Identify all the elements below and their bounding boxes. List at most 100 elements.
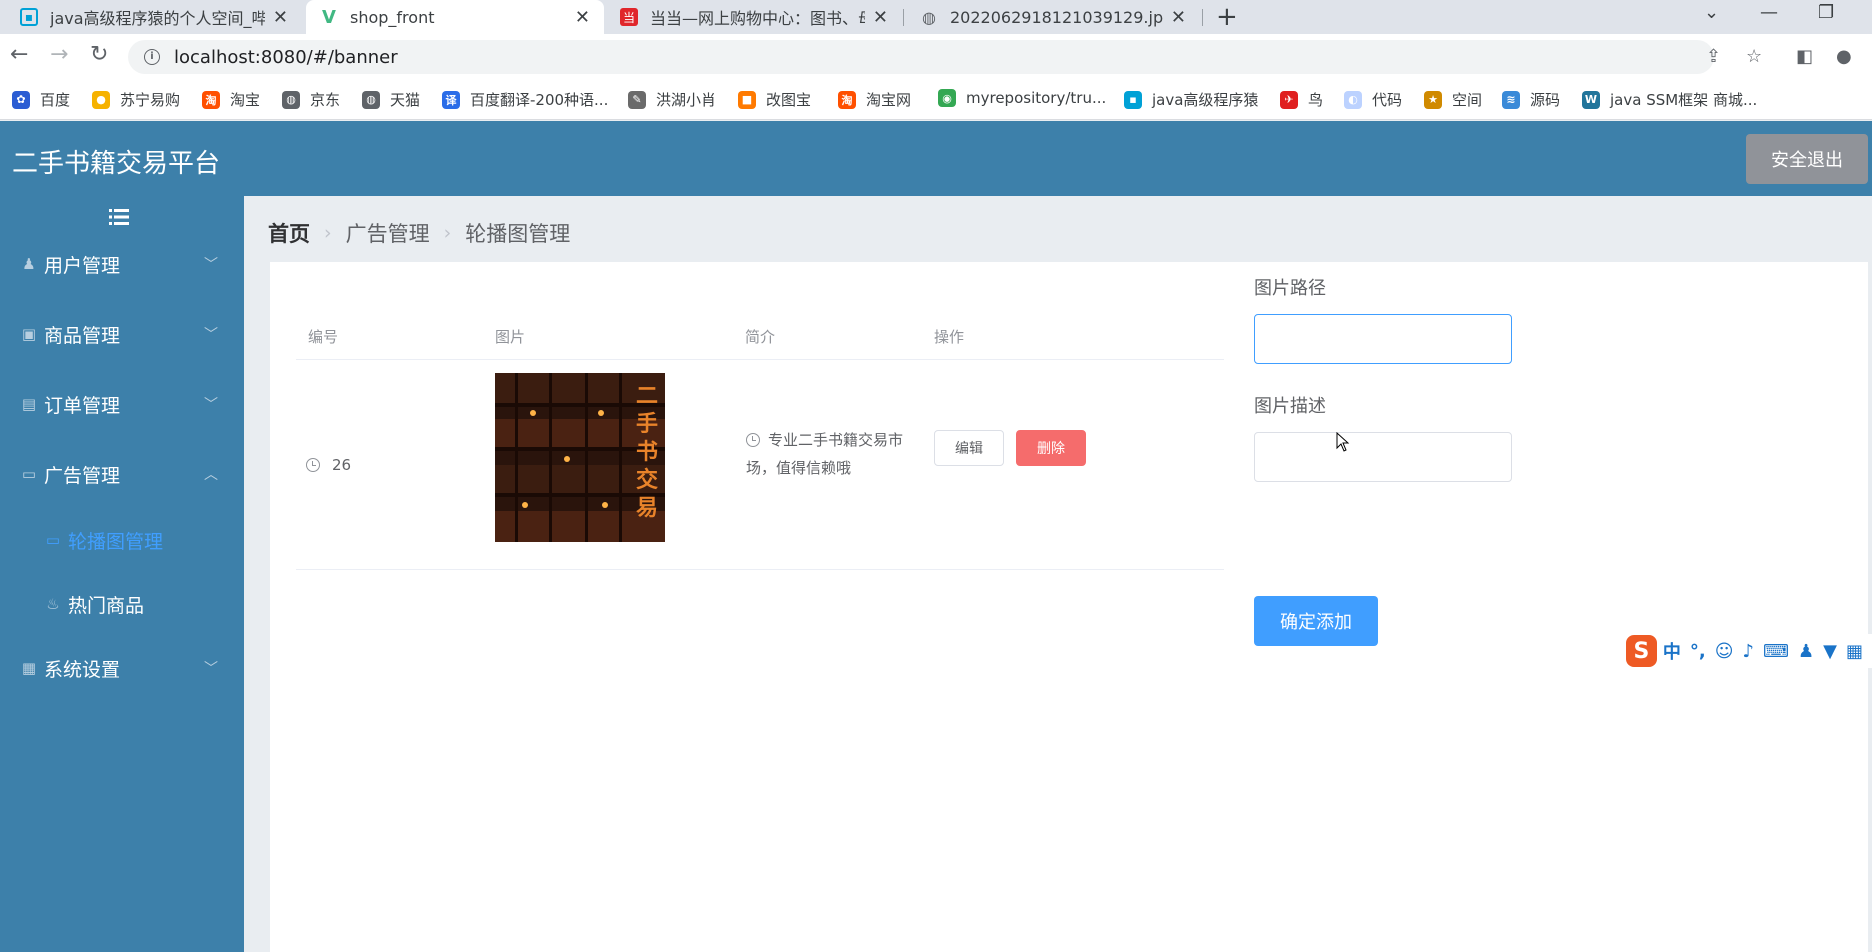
ime-language-toggle[interactable]: 中	[1663, 638, 1681, 664]
monitor-icon: ▭	[45, 531, 61, 549]
bookmark-item[interactable]: ▪ java高级程序猿	[1124, 89, 1258, 110]
sidebar-item-settings[interactable]: ▦ 系统设置 ﹀	[0, 640, 244, 696]
sidebar-item-goods[interactable]: ▣ 商品管理 ﹀	[0, 306, 244, 362]
bookmark-label: 百度翻译-200种语...	[470, 91, 609, 109]
bookmark-item[interactable]: ◉ myrepository/tru...	[938, 89, 1106, 107]
bookmark-item[interactable]: ● 苏宁易购	[92, 89, 180, 110]
mouse-cursor-icon	[1336, 432, 1350, 452]
emoji-icon[interactable]: ☺	[1715, 641, 1734, 662]
bookmark-item[interactable]: ◐ 代码	[1344, 89, 1402, 110]
address-bar[interactable]: i localhost:8080/#/banner	[128, 40, 1714, 74]
image-text: 二手书交易	[636, 384, 658, 521]
edit-button[interactable]: 编辑	[934, 430, 1004, 466]
image-path-input[interactable]	[1254, 314, 1512, 364]
sidebar-item-ads[interactable]: ▭ 广告管理 ︿	[0, 446, 244, 502]
close-tab-icon[interactable]: ✕	[273, 7, 288, 28]
bookmark-item[interactable]: ≋ 源码	[1502, 89, 1560, 110]
sidebar-item-users[interactable]: ♟ 用户管理 ﹀	[0, 236, 244, 292]
bookmark-item[interactable]: ✿ 百度	[12, 89, 70, 110]
bookmark-item[interactable]: ◍ 京东	[282, 89, 340, 110]
close-tab-icon[interactable]: ✕	[873, 7, 888, 28]
image-desc-input[interactable]	[1254, 432, 1512, 482]
bookmark-label: 鸟	[1308, 91, 1324, 109]
taobao-icon: 淘	[202, 90, 220, 109]
baidu-icon: ✿	[12, 90, 30, 109]
sogou-logo-icon[interactable]: S	[1626, 635, 1657, 667]
restore-icon[interactable]: ❐	[1818, 2, 1834, 23]
browser-toolbar: ← → ↻ i localhost:8080/#/banner ⇪ ☆ ◧ ●	[0, 34, 1872, 80]
bookmark-item[interactable]: 淘淘宝	[202, 89, 260, 110]
share-icon[interactable]: ⇪	[1706, 46, 1721, 67]
sidebar-item-orders[interactable]: ▤ 订单管理 ﹀	[0, 376, 244, 432]
suning-icon: ●	[92, 90, 110, 109]
browser-tab-active[interactable]: V shop_front ✕	[306, 0, 604, 34]
bookmark-item[interactable]: ✈ 鸟	[1280, 89, 1323, 110]
bookmark-item[interactable]: 淘淘宝网	[838, 89, 911, 110]
sidebar-item-label: 热门商品	[68, 594, 145, 617]
bookmark-label: myrepository/tru...	[966, 89, 1107, 107]
minimize-icon[interactable]: —	[1760, 2, 1778, 23]
reload-icon[interactable]: ↻	[90, 42, 108, 67]
content-card: 编号 图片 简介 操作 26 二手书交易 专业二手书籍交易市场，值得信赖哦 编辑…	[270, 262, 1868, 952]
forward-icon[interactable]: →	[50, 42, 68, 67]
browser-tab-title: 当当—网上购物中心：图书、母婴	[650, 9, 865, 28]
close-tab-icon[interactable]: ✕	[1171, 7, 1186, 28]
monitor-icon: ▭	[21, 465, 37, 483]
cell-desc: 专业二手书籍交易市场，值得信赖哦	[746, 426, 916, 482]
bookmark-item[interactable]: ■ 改图宝	[738, 89, 811, 110]
bookmarks-bar: ✿ 百度 ● 苏宁易购 淘淘宝 ◍ 京东 ◍ 天猫 译百度翻译-200种语... ✎ 洪湖…	[0, 80, 1872, 120]
app-title: 二手书籍交易平台	[12, 149, 221, 179]
ime-punctuation-toggle[interactable]: °,	[1690, 641, 1706, 662]
keyboard-icon[interactable]: ⌨	[1763, 641, 1789, 662]
side-panel-icon[interactable]: ◧	[1796, 46, 1813, 67]
sidebar-subitem-hot-goods[interactable]: ♨ 热门商品	[0, 576, 244, 632]
bilibili-icon: ▪	[1124, 90, 1142, 109]
settings-icon: ▦	[21, 659, 37, 677]
bookmark-label: 空间	[1452, 91, 1483, 109]
browser-tab[interactable]: 当 当当—网上购物中心：图书、母婴 ✕	[606, 0, 902, 34]
sidebar-item-label: 订单管理	[44, 394, 121, 417]
sidebar-item-label: 系统设置	[44, 658, 121, 681]
bookmark-item[interactable]: Wjava SSM框架 商城...	[1582, 89, 1757, 110]
url-text[interactable]: localhost:8080/#/banner	[174, 47, 398, 68]
gaitubao-icon: ■	[738, 90, 756, 109]
new-tab-icon[interactable]: +	[1216, 2, 1238, 32]
back-icon[interactable]: ←	[10, 42, 28, 67]
browser-tab[interactable]: ◍ 20220629181210391​29.jpg (79 ✕	[906, 0, 1200, 34]
bookmark-label: 源码	[1530, 91, 1561, 109]
bookmark-label: java高级程序猿	[1152, 91, 1259, 109]
bilibili-icon: ▪	[20, 8, 38, 26]
logout-button[interactable]: 安全退出	[1746, 134, 1868, 184]
microphone-icon[interactable]: ♪	[1743, 641, 1755, 662]
site-info-icon[interactable]: i	[144, 49, 160, 65]
grid-menu-icon[interactable]: ▦	[1846, 641, 1863, 662]
tab-separator	[903, 9, 904, 26]
tab-search-icon[interactable]: ⌄	[1704, 2, 1719, 23]
feather-icon: ✎	[628, 90, 646, 109]
sidebar: ♟ 用户管理 ﹀ ▣ 商品管理 ﹀ ▤ 订单管理 ﹀ ▭ 广告管理 ︿ ▭ 轮播…	[0, 196, 244, 952]
confirm-add-button[interactable]: 确定添加	[1254, 596, 1378, 646]
clock-icon	[306, 458, 320, 472]
bookmark-label: 淘宝	[230, 91, 261, 109]
breadcrumb-home[interactable]: 首页	[268, 218, 310, 248]
browser-tab-title: 20220629181210391​29.jpg (79	[950, 7, 1163, 27]
image-desc-label: 图片描述	[1254, 396, 1326, 417]
table-row: 26 二手书交易 专业二手书籍交易市场，值得信赖哦 编辑 删除	[296, 360, 1224, 570]
bookmark-item[interactable]: ★ 空间	[1424, 89, 1482, 110]
bookmark-item[interactable]: ✎ 洪湖小肖	[628, 89, 716, 110]
bookmark-label: 洪湖小肖	[656, 91, 717, 109]
user-icon[interactable]: ♟	[1798, 641, 1814, 662]
menu-collapse-icon[interactable]	[108, 206, 130, 228]
delete-button[interactable]: 删除	[1016, 430, 1086, 466]
translate-icon: 译	[442, 90, 460, 109]
bookmark-item[interactable]: 译百度翻译-200种语...	[442, 89, 608, 110]
sidebar-subitem-banner[interactable]: ▭ 轮播图管理	[0, 512, 244, 568]
globe-icon: ◍	[362, 90, 380, 109]
bookmark-star-icon[interactable]: ☆	[1746, 46, 1762, 67]
browser-tab[interactable]: ▪ java高级程序猿的个人空间_哔哩 ✕	[6, 0, 302, 34]
browser-tab-title: java高级程序猿的个人空间_哔哩	[50, 9, 265, 28]
close-tab-icon[interactable]: ✕	[575, 7, 590, 28]
profile-icon[interactable]: ●	[1836, 46, 1852, 67]
skin-icon[interactable]: ▼	[1823, 641, 1837, 662]
bookmark-item[interactable]: ◍ 天猫	[362, 89, 420, 110]
